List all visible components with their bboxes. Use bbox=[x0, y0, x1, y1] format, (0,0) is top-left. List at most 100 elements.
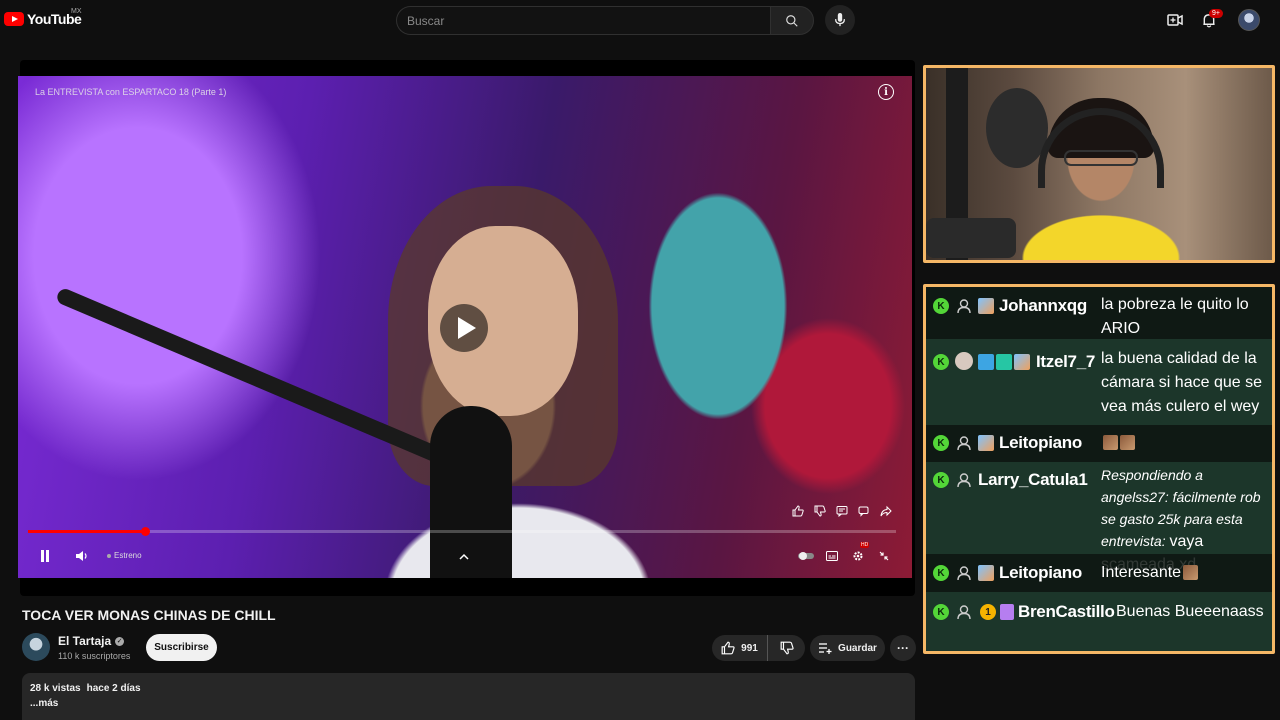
settings-button[interactable] bbox=[850, 547, 866, 565]
user-icon bbox=[955, 564, 973, 582]
live-dot bbox=[107, 553, 111, 558]
thumbs-down-icon bbox=[780, 641, 794, 655]
chat-text: Interesante bbox=[1101, 564, 1182, 581]
chat-icon[interactable] bbox=[856, 503, 872, 519]
top-header: YouTube MX 9+ bbox=[0, 0, 1280, 42]
dislike-button[interactable] bbox=[769, 635, 805, 661]
logo-region: MX bbox=[71, 8, 82, 15]
chat-username: Leitopiano bbox=[999, 433, 1082, 452]
user-icon bbox=[955, 603, 973, 621]
subscriber-badge-icon bbox=[978, 435, 994, 451]
thumbs-up-icon bbox=[721, 641, 735, 655]
og-badge-icon bbox=[996, 354, 1012, 370]
live-status: Estreno bbox=[107, 551, 142, 560]
description-more-link[interactable]: ...más bbox=[30, 698, 907, 709]
captions-button[interactable] bbox=[824, 547, 840, 565]
collapse-icon bbox=[879, 551, 889, 561]
subscriber-badge-icon bbox=[1014, 354, 1030, 370]
cam-scene-mic bbox=[926, 218, 1016, 258]
face-emote-icon bbox=[1103, 435, 1118, 451]
user-avatar bbox=[955, 352, 973, 370]
chat-username: Johannxqg bbox=[999, 296, 1087, 315]
share-icon[interactable] bbox=[878, 503, 894, 519]
autoplay-toggle[interactable] bbox=[798, 547, 814, 565]
large-play-button[interactable] bbox=[440, 304, 488, 352]
volume-icon bbox=[75, 551, 87, 561]
like-icon[interactable] bbox=[790, 503, 806, 519]
save-button[interactable]: Guardar bbox=[810, 635, 885, 661]
volume-button[interactable] bbox=[74, 547, 90, 565]
expand-chapters-button[interactable] bbox=[456, 547, 472, 565]
subscriber-badge-icon bbox=[978, 298, 994, 314]
kick-badge-icon: K bbox=[933, 354, 949, 370]
more-horizontal-icon: ··· bbox=[897, 641, 909, 655]
kick-badge-icon: K bbox=[933, 472, 949, 488]
save-label: Guardar bbox=[838, 642, 877, 654]
like-dislike-group: 991 bbox=[712, 635, 805, 661]
face-emote-icon bbox=[1120, 435, 1135, 451]
search-button[interactable] bbox=[770, 6, 814, 35]
chat-text: la pobreza le quito lo ARIO bbox=[1101, 296, 1249, 337]
more-actions-button[interactable]: ··· bbox=[890, 635, 916, 661]
description-box[interactable]: 28 k vistas hace 2 días ...más bbox=[22, 673, 915, 720]
moderator-badge-icon bbox=[978, 354, 994, 370]
channel-avatar[interactable] bbox=[22, 633, 50, 661]
chat-text-block: Interesante bbox=[1101, 561, 1267, 585]
verified-check-icon: ✓ bbox=[115, 636, 125, 646]
pause-icon bbox=[41, 550, 49, 562]
chat-message: K 1 BrenCastillo Buenas Bueeenaass bbox=[926, 592, 1272, 651]
toggle-icon bbox=[798, 552, 814, 560]
kick-badge-icon: K bbox=[933, 435, 949, 451]
dislike-icon[interactable] bbox=[812, 503, 828, 519]
video-overlay-title[interactable]: La ENTREVISTA con ESPARTACO 18 (Parte 1) bbox=[35, 87, 226, 97]
user-icon bbox=[955, 434, 973, 452]
voice-search-button[interactable] bbox=[825, 5, 855, 35]
live-label: Estreno bbox=[114, 551, 142, 560]
pause-button[interactable] bbox=[38, 547, 52, 565]
chat-text: la buena calidad de la cámara si hace qu… bbox=[1101, 350, 1262, 415]
chevron-up-icon bbox=[459, 553, 469, 560]
view-count: 28 k vistas bbox=[30, 683, 81, 694]
comments-icon[interactable] bbox=[834, 503, 850, 519]
youtube-logo[interactable]: YouTube MX bbox=[4, 8, 82, 27]
captions-icon bbox=[826, 551, 838, 561]
search-box bbox=[396, 6, 770, 35]
face-emote-icon bbox=[1183, 565, 1199, 581]
channel-name-text: El Tartaja bbox=[58, 634, 112, 648]
info-icon[interactable]: i bbox=[878, 84, 894, 100]
subscriber-count: 110 k suscriptores bbox=[58, 651, 131, 661]
player-controls: Estreno HD bbox=[28, 542, 896, 568]
chat-message: K Leitopiano Interesante bbox=[926, 554, 1272, 592]
account-avatar[interactable] bbox=[1238, 9, 1260, 31]
like-button[interactable]: 991 bbox=[712, 635, 768, 661]
user-icon bbox=[955, 297, 973, 315]
playlist-add-icon bbox=[819, 643, 832, 654]
chat-username: Itzel7_7 bbox=[1036, 352, 1096, 371]
chat-username: Larry_Catula1 bbox=[978, 470, 1088, 489]
progress-bar[interactable] bbox=[28, 527, 896, 536]
search-input[interactable] bbox=[397, 7, 770, 34]
notification-count-badge: 9+ bbox=[1209, 9, 1223, 18]
chat-message: K Johannxqg la pobreza le quito lo ARIO bbox=[926, 287, 1272, 339]
video-title: TOCA VER MONAS CHINAS DE CHILL bbox=[22, 607, 276, 623]
player-side-actions bbox=[790, 503, 894, 519]
upload-age: hace 2 días bbox=[86, 683, 141, 694]
channel-name[interactable]: El Tartaja ✓ bbox=[58, 634, 125, 648]
search-icon bbox=[786, 14, 798, 27]
exit-fullscreen-button[interactable] bbox=[876, 547, 892, 565]
streamer-webcam bbox=[923, 65, 1275, 263]
chat-text bbox=[1101, 431, 1267, 455]
kick-badge-icon: K bbox=[933, 298, 949, 314]
like-count: 991 bbox=[741, 642, 758, 654]
video-add-icon bbox=[1167, 14, 1183, 26]
subscribe-button[interactable]: Suscribirse bbox=[146, 634, 217, 661]
description-stats: 28 k vistas hace 2 días bbox=[30, 683, 907, 694]
kick-badge-icon: K bbox=[933, 565, 949, 581]
progress-played bbox=[28, 530, 146, 533]
chat-text: Buenas Bueeenaass bbox=[1116, 603, 1264, 620]
youtube-play-icon bbox=[4, 12, 24, 26]
chat-message: K Leitopiano bbox=[926, 425, 1272, 462]
create-button[interactable] bbox=[1165, 10, 1185, 30]
chat-username: BrenCastillo bbox=[1018, 602, 1115, 621]
hd-badge: HD bbox=[860, 542, 870, 548]
